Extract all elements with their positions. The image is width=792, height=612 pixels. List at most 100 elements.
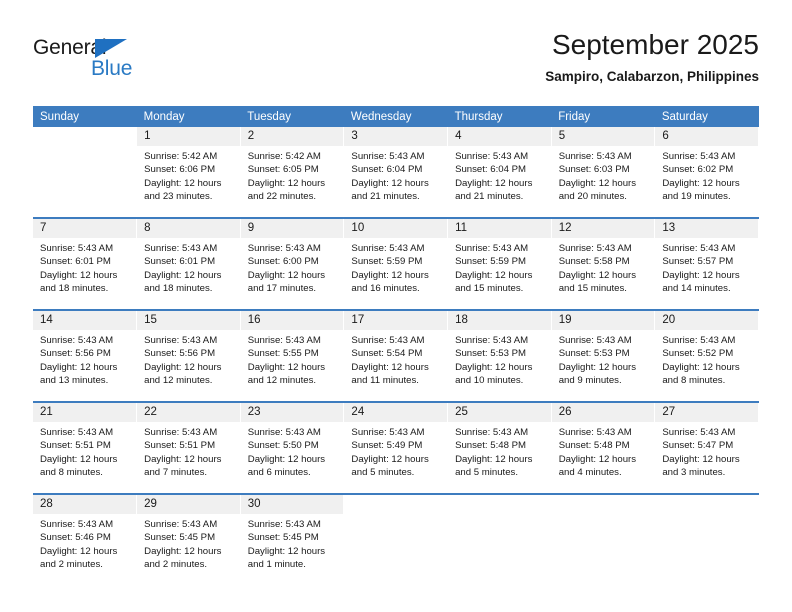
calendar-day-cell[interactable]: 6 Sunrise: 5:43 AM Sunset: 6:02 PM Daylight… <box>654 127 759 218</box>
daylight-text-line2: and 8 minutes. <box>40 467 103 479</box>
calendar-day-cell[interactable]: 25 Sunrise: 5:43 AM Sunset: 5:48 PM Dayligh… <box>447 401 552 494</box>
calendar-day-cell[interactable]: 12 Sunrise: 5:43 AM Sunset: 5:58 PM Dayligh… <box>551 217 656 310</box>
sunrise-text: Sunrise: 5:43 AM <box>351 427 425 438</box>
calendar-cell-empty <box>654 493 759 585</box>
daylight-text-line2: and 12 minutes. <box>144 375 213 387</box>
sunrise-text: Sunrise: 5:43 AM <box>40 335 114 346</box>
calendar-day-cell[interactable]: 10 Sunrise: 5:43 AM Sunset: 5:59 PM Dayligh… <box>343 217 449 310</box>
day-details: Sunrise: 5:43 AM Sunset: 5:53 PM Daylight:… <box>552 330 655 388</box>
calendar-day-cell[interactable]: 9 Sunrise: 5:43 AM Sunset: 6:00 PM Daylight… <box>240 217 345 310</box>
calendar-week-row: 21 Sunrise: 5:43 AM Sunset: 5:51 PM Dayligh… <box>33 401 759 494</box>
day-number: 29 <box>137 495 240 514</box>
calendar-day-cell[interactable]: 4 Sunrise: 5:43 AM Sunset: 6:04 PM Daylight… <box>447 127 552 218</box>
day-number: 26 <box>551 403 655 422</box>
calendar-day-cell[interactable]: 8 Sunrise: 5:43 AM Sunset: 6:01 PM Daylight… <box>136 217 241 310</box>
calendar-cell-empty <box>33 127 138 218</box>
calendar-day-cell[interactable]: 1 Sunrise: 5:42 AM Sunset: 6:06 PM Daylight… <box>136 127 241 218</box>
daylight-text-line1: Daylight: 12 hours <box>455 177 533 189</box>
sunrise-text: Sunrise: 5:43 AM <box>558 151 632 162</box>
calendar-day-cell[interactable]: 27 Sunrise: 5:43 AM Sunset: 5:47 PM Dayligh… <box>654 401 759 494</box>
day-details: Sunrise: 5:43 AM Sunset: 5:46 PM Daylight:… <box>33 514 136 572</box>
triangle-icon <box>95 39 127 58</box>
weekday-header-tuesday: Tuesday <box>240 106 344 127</box>
calendar-day-cell[interactable]: 19 Sunrise: 5:43 AM Sunset: 5:53 PM Dayligh… <box>551 309 656 402</box>
sunrise-text: Sunrise: 5:43 AM <box>247 519 321 530</box>
sunset-text: Sunset: 5:53 PM <box>558 348 630 360</box>
calendar-day-cell[interactable]: 13 Sunrise: 5:43 AM Sunset: 5:57 PM Dayligh… <box>654 217 759 310</box>
sunset-text: Sunset: 5:50 PM <box>247 440 319 452</box>
weekday-header-saturday: Saturday <box>654 106 759 127</box>
daylight-text-line1: Daylight: 12 hours <box>247 269 326 281</box>
calendar-grid: Sunday Monday Tuesday Wednesday Thursday… <box>33 106 759 585</box>
day-number: 5 <box>551 127 655 146</box>
calendar-day-cell[interactable]: 2 Sunrise: 5:42 AM Sunset: 6:05 PM Daylight… <box>240 127 345 218</box>
calendar-day-cell[interactable]: 7 Sunrise: 5:43 AM Sunset: 6:01 PM Daylight… <box>33 217 138 310</box>
calendar-day-cell[interactable]: 14 Sunrise: 5:43 AM Sunset: 5:56 PM Dayligh… <box>33 309 138 402</box>
calendar-day-cell[interactable]: 5 Sunrise: 5:43 AM Sunset: 6:03 PM Daylight… <box>551 127 656 218</box>
calendar-week-row: 28 Sunrise: 5:43 AM Sunset: 5:46 PM Dayligh… <box>33 493 759 585</box>
sunset-text: Sunset: 6:00 PM <box>247 256 319 268</box>
sunrise-text: Sunrise: 5:43 AM <box>455 427 529 438</box>
sunrise-text: Sunrise: 5:43 AM <box>351 335 425 346</box>
daylight-text-line2: and 11 minutes. <box>351 375 419 387</box>
sunset-text: Sunset: 5:47 PM <box>662 440 734 452</box>
calendar-day-cell[interactable]: 26 Sunrise: 5:43 AM Sunset: 5:48 PM Dayligh… <box>551 401 656 494</box>
day-details: Sunrise: 5:43 AM Sunset: 6:01 PM Daylight:… <box>33 238 136 296</box>
daylight-text-line1: Daylight: 12 hours <box>144 269 222 281</box>
day-number: 9 <box>240 219 344 238</box>
day-number: 8 <box>137 219 240 238</box>
sunset-text: Sunset: 5:58 PM <box>558 256 630 268</box>
calendar-day-cell[interactable]: 15 Sunrise: 5:43 AM Sunset: 5:56 PM Dayligh… <box>136 309 241 402</box>
calendar-day-cell[interactable]: 18 Sunrise: 5:43 AM Sunset: 5:53 PM Dayligh… <box>447 309 552 402</box>
daylight-text-line1: Daylight: 12 hours <box>455 453 533 465</box>
daylight-text-line2: and 13 minutes. <box>40 375 109 387</box>
daylight-text-line1: Daylight: 12 hours <box>455 361 533 373</box>
daylight-text-line1: Daylight: 12 hours <box>351 177 429 189</box>
day-details: Sunrise: 5:43 AM Sunset: 5:48 PM Daylight:… <box>552 422 655 480</box>
day-details: Sunrise: 5:43 AM Sunset: 5:56 PM Daylight:… <box>33 330 136 388</box>
day-number: 18 <box>448 311 551 330</box>
sunrise-text: Sunrise: 5:43 AM <box>40 427 114 438</box>
calendar-day-cell[interactable]: 23 Sunrise: 5:43 AM Sunset: 5:50 PM Dayligh… <box>240 401 345 494</box>
day-number: 21 <box>33 403 137 422</box>
calendar-day-cell[interactable]: 16 Sunrise: 5:43 AM Sunset: 5:55 PM Dayligh… <box>240 309 345 402</box>
day-number: 6 <box>655 127 758 146</box>
sunset-text: Sunset: 5:51 PM <box>144 440 216 452</box>
sunset-text: Sunset: 5:54 PM <box>351 348 423 360</box>
day-details: Sunrise: 5:43 AM Sunset: 5:52 PM Daylight:… <box>655 330 758 388</box>
daylight-text-line2: and 5 minutes. <box>455 467 518 479</box>
sunrise-text: Sunrise: 5:42 AM <box>144 151 218 162</box>
day-details: Sunrise: 5:43 AM Sunset: 5:55 PM Daylight:… <box>241 330 344 388</box>
sunset-text: Sunset: 6:02 PM <box>662 164 734 176</box>
daylight-text-line2: and 22 minutes. <box>247 191 317 203</box>
weekday-header-friday: Friday <box>551 106 655 127</box>
calendar-day-cell[interactable]: 28 Sunrise: 5:43 AM Sunset: 5:46 PM Dayligh… <box>33 493 138 585</box>
daylight-text-line2: and 19 minutes. <box>662 191 731 203</box>
day-details: Sunrise: 5:43 AM Sunset: 5:51 PM Daylight:… <box>137 422 240 480</box>
calendar-day-cell[interactable]: 17 Sunrise: 5:43 AM Sunset: 5:54 PM Dayligh… <box>343 309 449 402</box>
title-block: September 2025 Sampiro, Calabarzon, Phil… <box>545 28 759 85</box>
day-number: 28 <box>33 495 137 514</box>
calendar-day-cell[interactable]: 22 Sunrise: 5:43 AM Sunset: 5:51 PM Dayligh… <box>136 401 241 494</box>
calendar-day-cell[interactable]: 11 Sunrise: 5:43 AM Sunset: 5:59 PM Dayligh… <box>447 217 552 310</box>
sunset-text: Sunset: 5:46 PM <box>40 532 111 544</box>
calendar-day-cell[interactable]: 24 Sunrise: 5:43 AM Sunset: 5:49 PM Dayligh… <box>343 401 449 494</box>
daylight-text-line1: Daylight: 12 hours <box>558 177 637 189</box>
day-number: 27 <box>655 403 758 422</box>
day-details: Sunrise: 5:43 AM Sunset: 6:01 PM Daylight:… <box>137 238 240 296</box>
daylight-text-line1: Daylight: 12 hours <box>351 361 429 373</box>
daylight-text-line1: Daylight: 12 hours <box>40 361 118 373</box>
day-number: 15 <box>137 311 240 330</box>
calendar-day-cell[interactable]: 20 Sunrise: 5:43 AM Sunset: 5:52 PM Dayligh… <box>654 309 759 402</box>
day-details: Sunrise: 5:43 AM Sunset: 5:47 PM Daylight:… <box>655 422 758 480</box>
general-blue-logo[interactable]: General Blue <box>33 36 213 92</box>
calendar-day-cell[interactable]: 29 Sunrise: 5:43 AM Sunset: 5:45 PM Dayligh… <box>136 493 241 585</box>
day-details: Sunrise: 5:43 AM Sunset: 5:57 PM Daylight:… <box>655 238 758 296</box>
sunrise-text: Sunrise: 5:42 AM <box>247 151 321 162</box>
calendar-day-cell[interactable]: 3 Sunrise: 5:43 AM Sunset: 6:04 PM Daylight… <box>343 127 449 218</box>
sunset-text: Sunset: 6:04 PM <box>351 164 423 176</box>
day-details: Sunrise: 5:43 AM Sunset: 5:50 PM Daylight:… <box>241 422 344 480</box>
daylight-text-line1: Daylight: 12 hours <box>247 361 326 373</box>
calendar-day-cell[interactable]: 21 Sunrise: 5:43 AM Sunset: 5:51 PM Dayligh… <box>33 401 138 494</box>
calendar-day-cell[interactable]: 30 Sunrise: 5:43 AM Sunset: 5:45 PM Dayligh… <box>240 493 345 585</box>
